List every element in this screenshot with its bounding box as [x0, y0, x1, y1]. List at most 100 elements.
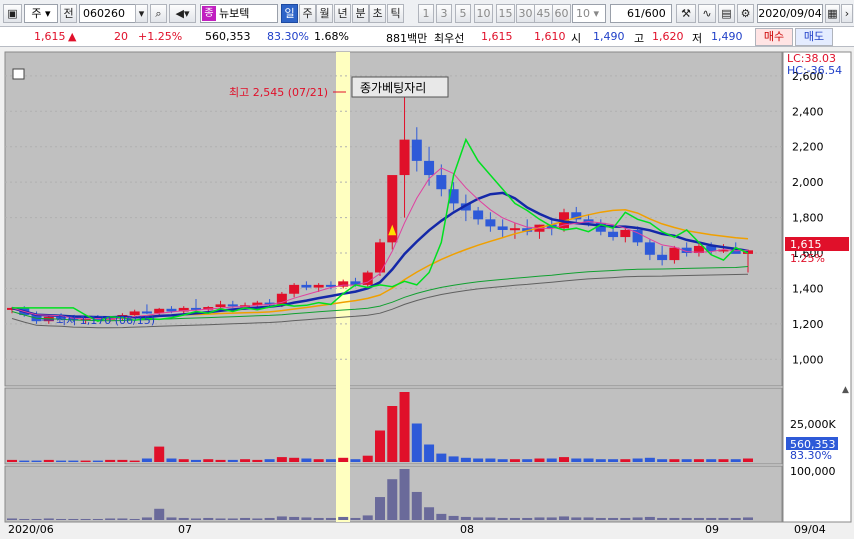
lower-bar	[178, 517, 189, 520]
lower-bar	[227, 518, 238, 520]
name-badge: 종	[202, 6, 216, 21]
lower-bar	[56, 518, 67, 520]
high-label: 고	[634, 32, 645, 45]
window-icon[interactable]: ▣	[3, 4, 22, 23]
candle-body	[620, 229, 631, 238]
volume-bar	[485, 458, 496, 462]
volume-bar	[227, 459, 238, 462]
lower-bar	[191, 518, 201, 520]
lower-bar	[325, 517, 336, 520]
save-icon[interactable]: ▤	[718, 4, 735, 23]
interval-select[interactable]: 10 ▾	[572, 4, 606, 23]
chart-area[interactable]: 2,600 2,400 2,200 2,000 1,800 1,600 1,400 1,200…	[0, 47, 854, 536]
period-tab-3[interactable]: 년	[334, 4, 351, 23]
search-icon[interactable]: ⌕	[150, 4, 167, 23]
volume-bar	[718, 459, 729, 462]
interval-button-30[interactable]: 30	[516, 4, 535, 23]
volume-bar	[7, 459, 17, 462]
lower-bar	[620, 517, 631, 520]
lower-bar	[387, 479, 398, 520]
chevron-down-icon[interactable]: ▾	[135, 4, 148, 23]
lower-bar	[80, 518, 91, 520]
interval-button-45[interactable]: 45	[534, 4, 553, 23]
volume-bar	[681, 459, 692, 462]
period-tab-6[interactable]: 틱	[387, 4, 404, 23]
gear-icon[interactable]: ⚙	[737, 4, 754, 23]
lower-bar	[681, 517, 692, 520]
grid-toggle-icon[interactable]	[12, 68, 25, 80]
candle-body	[301, 284, 312, 288]
date-input[interactable]: 2020/09/04	[757, 4, 823, 23]
volume-bar	[583, 458, 594, 462]
lower-bar	[424, 507, 435, 520]
lower-bar	[497, 517, 508, 520]
candle-body	[166, 308, 177, 312]
volume-bar	[546, 458, 557, 462]
volume-bar	[632, 458, 643, 462]
lower-bar	[240, 517, 251, 520]
sell-button[interactable]: 매도	[795, 28, 833, 46]
market-select[interactable]: 주 ▾	[24, 4, 58, 23]
interval-value: 10	[576, 7, 590, 20]
line-tool-icon[interactable]: ∿	[698, 4, 716, 23]
high-price: 1,620	[652, 30, 684, 43]
chevron-right-icon[interactable]: ›	[841, 4, 853, 23]
x-label-aug: 08	[460, 523, 474, 536]
market-label: 주	[31, 7, 42, 20]
lower-bar	[693, 517, 704, 520]
period-tab-1[interactable]: 주	[299, 4, 316, 23]
price-chart[interactable]: 2,6002,4002,2002,0001,8001,6001,4001,200…	[0, 47, 854, 536]
up-arrow-icon: ▲	[68, 30, 77, 43]
period-tab-2[interactable]: 월	[316, 4, 333, 23]
volume-bar	[105, 459, 116, 462]
volume-bar	[509, 459, 520, 462]
interval-button-5[interactable]: 5	[455, 4, 471, 23]
interval-button-10[interactable]: 10	[474, 4, 493, 23]
change: 20	[114, 30, 128, 43]
period-tab-0[interactable]: 일	[281, 4, 298, 23]
ask-price: 1,615	[481, 30, 513, 43]
volume-bar	[68, 460, 79, 462]
tools-icon[interactable]: ⚒	[676, 4, 696, 23]
count-input[interactable]: 61/600	[610, 4, 672, 23]
volume-bar	[31, 460, 42, 462]
amount: 881백만	[386, 32, 428, 45]
interval-button-1[interactable]: 1	[418, 4, 434, 23]
lower-bar	[436, 513, 447, 520]
buy-button[interactable]: 매수	[755, 28, 793, 46]
scroll-up-icon[interactable]: ▲	[842, 385, 849, 395]
interval-button-60[interactable]: 60	[552, 4, 571, 23]
lower-bar	[350, 517, 361, 520]
volume-bar	[289, 457, 300, 462]
interval-button-15[interactable]: 15	[496, 4, 515, 23]
candle-body	[608, 231, 619, 238]
volume-bar	[608, 459, 619, 462]
lower-bar	[117, 518, 128, 520]
volume-bar	[43, 459, 54, 462]
bid-price: 1,610	[534, 30, 566, 43]
hc-label: HC:-36.54	[787, 64, 842, 77]
volume-bar	[448, 456, 459, 462]
candle-body	[313, 284, 324, 288]
lower-bar	[289, 516, 300, 520]
volume-bar	[399, 392, 410, 462]
lower-bar	[509, 517, 520, 520]
volume-bar	[92, 460, 103, 462]
prefix-button[interactable]: 전	[60, 4, 77, 23]
volume-bar	[19, 460, 30, 462]
vol-ratio: 83.30%	[267, 30, 309, 43]
period-tab-4[interactable]: 분	[352, 4, 369, 23]
x-label-sep: 09	[705, 523, 719, 536]
high-annotation: 최고 2,545 (07/21)	[229, 86, 328, 99]
x-label-jun: 2020/06	[8, 523, 54, 536]
calendar-icon[interactable]: ▦	[825, 4, 840, 23]
lower-bar	[583, 517, 594, 520]
period-tab-5[interactable]: 초	[369, 4, 386, 23]
price-tick-8: 1,000	[792, 353, 824, 366]
speaker-icon[interactable]: ◀▾	[169, 4, 196, 23]
quote-bar: 1,615 ▲ 20 +1.25% 560,353 83.30% 1.68% 8…	[0, 27, 854, 47]
candle-body	[424, 160, 435, 176]
interval-button-3[interactable]: 3	[436, 4, 452, 23]
volume-bar	[129, 460, 140, 462]
stock-name-box[interactable]: 종 뉴보텍	[200, 4, 278, 23]
